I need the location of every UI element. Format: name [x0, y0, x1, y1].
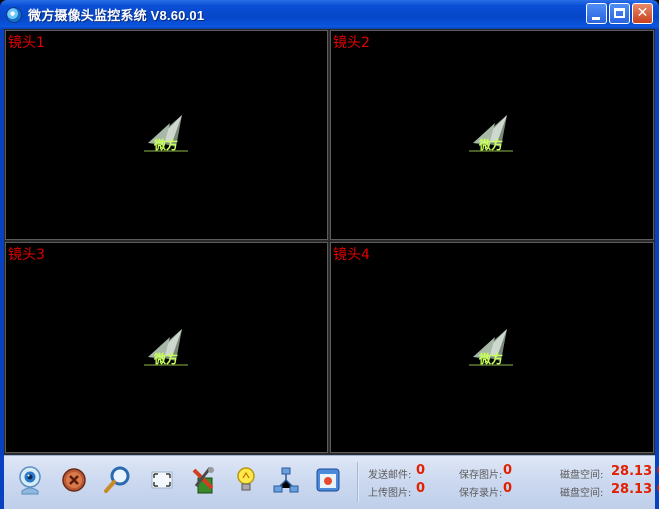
network-icon[interactable]	[270, 464, 302, 496]
logo-text: 微方	[478, 137, 503, 152]
app-webcam-icon[interactable]	[6, 6, 22, 23]
weifang-logo-icon: 微方	[469, 115, 513, 152]
saved-video-label: 保存录片:	[459, 488, 503, 499]
logo-text: 微方	[478, 351, 503, 366]
camera-label: 镜头3	[8, 247, 45, 263]
saved-pics-label: 保存图片:	[459, 470, 503, 481]
camera-grid: 镜头1 微方 镜头2 微方 镜头3 微方 镜头4 微方	[4, 29, 655, 455]
about-window-icon[interactable]	[312, 464, 344, 496]
weifang-logo-icon: 微方	[469, 329, 513, 366]
weifang-logo-icon: 微方	[144, 115, 188, 152]
bulb-icon[interactable]	[230, 464, 262, 496]
close-icon: ✕	[636, 5, 649, 21]
restore-icon	[614, 8, 625, 18]
camera-panel-1[interactable]: 镜头1 微方	[5, 30, 328, 240]
maximize-button[interactable]	[609, 3, 630, 24]
uploaded-pics-value: 0	[416, 481, 426, 496]
stop-icon[interactable]	[58, 464, 90, 496]
zoom-icon[interactable]	[102, 464, 134, 496]
webcam-icon[interactable]	[14, 464, 46, 496]
disk-space-value: 28.13 G	[611, 464, 659, 479]
minimize-icon	[592, 17, 600, 20]
bottom-toolbar: 发送邮件: 0 上传图片: 0 保存图片: 0 保存录片: 0 磁盘空间: 28…	[4, 455, 659, 509]
window-frame-right	[655, 29, 659, 509]
camera-panel-4[interactable]: 镜头4 微方	[330, 242, 654, 453]
minimize-button[interactable]	[586, 3, 607, 24]
sent-mail-value: 0	[416, 463, 426, 478]
logo-text: 微方	[153, 351, 178, 366]
settings-tools-icon[interactable]	[188, 464, 220, 496]
title-bar[interactable]: 微方摄像头监控系统 V8.60.01 ✕	[0, 0, 659, 29]
camera-panel-3[interactable]: 镜头3 微方	[5, 242, 328, 453]
window-controls: ✕	[586, 3, 653, 24]
disk-space-label: 磁盘空间:	[560, 470, 604, 481]
fullscreen-icon[interactable]	[146, 464, 178, 496]
toolbar-separator	[357, 462, 359, 502]
logo-text: 微方	[153, 137, 178, 152]
window-title: 微方摄像头监控系统 V8.60.01	[28, 8, 205, 23]
uploaded-pics-label: 上传图片:	[368, 488, 412, 499]
disk-space-label-2: 磁盘空间:	[560, 488, 604, 499]
camera-label: 镜头1	[8, 35, 45, 51]
weifang-logo-icon: 微方	[144, 329, 188, 366]
disk-space-value-2: 28.13 G	[611, 482, 659, 497]
camera-label: 镜头4	[333, 247, 370, 263]
camera-panel-2[interactable]: 镜头2 微方	[330, 30, 654, 240]
saved-video-value: 0	[503, 481, 513, 496]
saved-pics-value: 0	[503, 463, 513, 478]
close-button[interactable]: ✕	[632, 3, 653, 24]
sent-mail-label: 发送邮件:	[368, 470, 412, 481]
camera-label: 镜头2	[333, 35, 370, 51]
